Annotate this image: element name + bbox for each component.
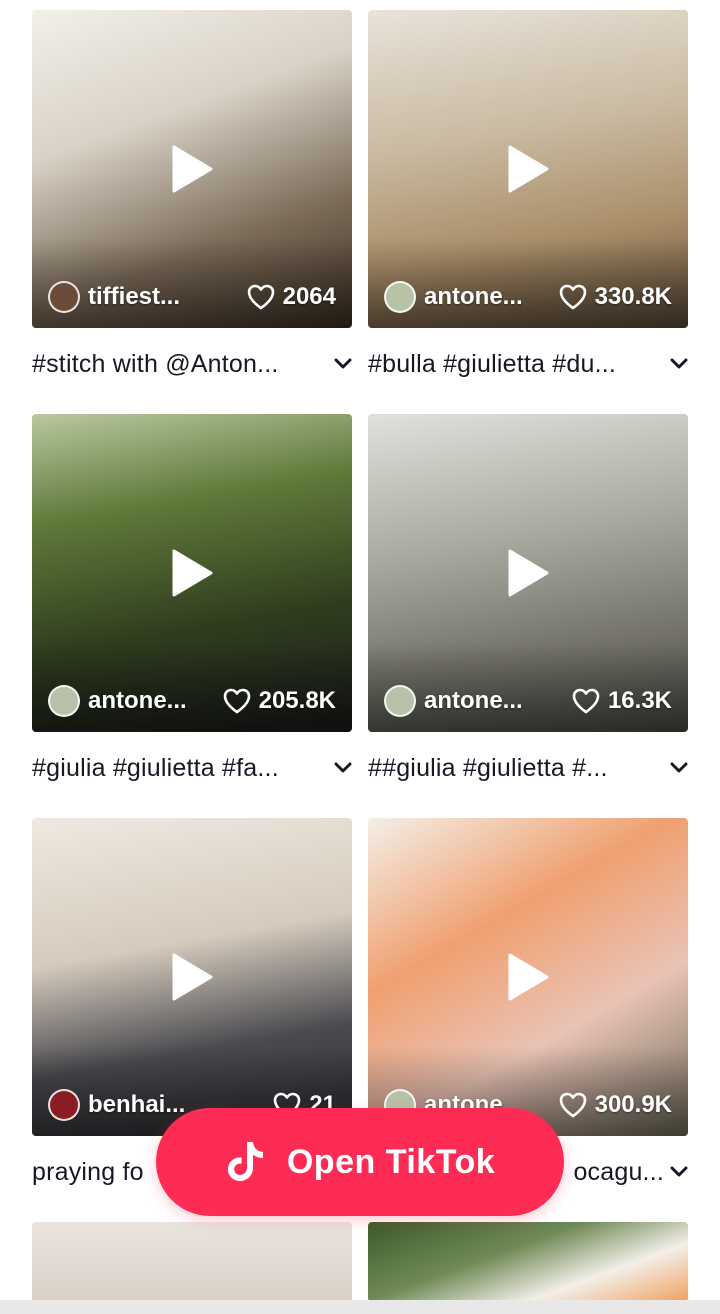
chevron-down-icon[interactable] bbox=[334, 358, 352, 370]
video-thumbnail[interactable]: tiffiest... 2064 bbox=[32, 10, 352, 328]
tiktok-logo-icon bbox=[227, 1142, 263, 1181]
play-icon bbox=[508, 953, 549, 1001]
avatar[interactable] bbox=[48, 685, 80, 717]
play-icon bbox=[508, 549, 549, 597]
heart-icon bbox=[559, 284, 586, 310]
play-icon bbox=[172, 549, 213, 597]
author-name[interactable]: tiffiest... bbox=[88, 283, 237, 311]
caption-row[interactable]: #bulla #giulietta #du... bbox=[368, 342, 688, 386]
chevron-down-icon[interactable] bbox=[334, 762, 352, 774]
heart-icon bbox=[247, 284, 274, 310]
chevron-down-icon[interactable] bbox=[670, 762, 688, 774]
video-thumbnail[interactable] bbox=[32, 1222, 352, 1302]
video-caption: #stitch with @Anton... bbox=[32, 349, 279, 378]
video-thumbnail[interactable]: antone... 205.8K bbox=[32, 414, 352, 732]
avatar[interactable] bbox=[48, 1089, 80, 1121]
video-caption: ocagu... bbox=[573, 1157, 664, 1186]
video-thumbnail[interactable] bbox=[368, 1222, 688, 1302]
video-caption: ##giulia #giulietta #... bbox=[368, 753, 608, 782]
heart-icon bbox=[223, 688, 250, 714]
video-thumbnail[interactable]: antone... 16.3K bbox=[368, 414, 688, 732]
like-count: 300.9K bbox=[559, 1091, 672, 1119]
caption-row[interactable]: ##giulia #giulietta #... bbox=[368, 746, 688, 790]
caption-row[interactable]: #stitch with @Anton... bbox=[32, 342, 352, 386]
avatar[interactable] bbox=[384, 281, 416, 313]
video-thumbnail[interactable]: benhai... 21 bbox=[32, 818, 352, 1136]
author-name[interactable]: antone... bbox=[424, 283, 549, 311]
open-tiktok-label: Open TikTok bbox=[286, 1142, 496, 1181]
like-count: 16.3K bbox=[572, 687, 672, 715]
video-caption: #giulia #giulietta #fa... bbox=[32, 753, 279, 782]
play-icon bbox=[508, 145, 549, 193]
chevron-down-icon[interactable] bbox=[670, 358, 688, 370]
play-icon bbox=[172, 145, 213, 193]
author-name[interactable]: antone... bbox=[424, 687, 562, 715]
open-tiktok-button[interactable]: Open TikTok bbox=[156, 1108, 564, 1216]
like-count: 2064 bbox=[247, 283, 336, 311]
video-thumbnail[interactable]: antone... 330.8K bbox=[368, 10, 688, 328]
caption-row[interactable]: #giulia #giulietta #fa... bbox=[32, 746, 352, 790]
video-caption: #bulla #giulietta #du... bbox=[368, 349, 617, 378]
heart-icon bbox=[572, 688, 600, 714]
video-thumbnail[interactable]: antone 300.9K bbox=[368, 818, 688, 1136]
play-icon bbox=[172, 953, 213, 1001]
avatar[interactable] bbox=[48, 281, 80, 313]
like-count: 330.8K bbox=[559, 283, 672, 311]
avatar[interactable] bbox=[384, 685, 416, 717]
bottom-edge bbox=[0, 1300, 720, 1314]
like-count: 205.8K bbox=[223, 687, 336, 715]
author-name[interactable]: antone... bbox=[88, 687, 213, 715]
chevron-down-icon[interactable] bbox=[670, 1166, 688, 1178]
heart-icon bbox=[559, 1092, 586, 1118]
